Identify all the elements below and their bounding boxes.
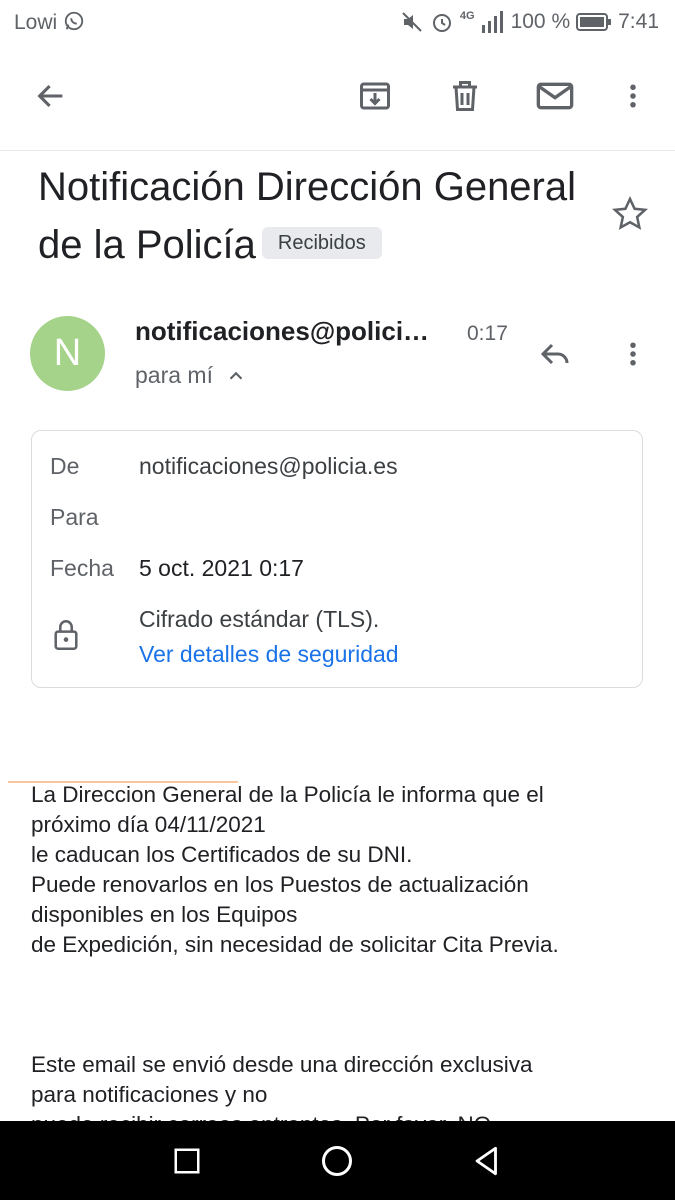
- system-nav-bar: [0, 1121, 675, 1200]
- alarm-icon: [432, 14, 451, 32]
- mail-icon: [536, 82, 574, 110]
- body-line: Puede renovarlos en los Puestos de actua…: [31, 872, 529, 897]
- battery-percent: 100 %: [510, 10, 571, 33]
- signal-icon: [481, 11, 503, 33]
- recents-button[interactable]: [163, 1137, 211, 1185]
- status-icons: 4G 100 % 7:41: [400, 10, 659, 34]
- whatsapp-icon: [64, 11, 84, 31]
- chevron-up-icon: [229, 371, 243, 380]
- date-label: Fecha: [50, 555, 114, 581]
- body-line: próximo día 04/11/2021: [31, 812, 266, 837]
- body-line: La Direccion General de la Policía le in…: [31, 782, 544, 807]
- more-vertical-icon: [630, 84, 636, 108]
- network-type: 4G: [459, 10, 475, 22]
- back-arrow-icon: [37, 84, 63, 108]
- from-label: De: [50, 453, 80, 479]
- mute-icon: [402, 12, 422, 32]
- star-button[interactable]: [606, 190, 654, 238]
- recipients-toggle[interactable]: para mí: [135, 362, 247, 389]
- lock-icon: [54, 620, 78, 650]
- back-button[interactable]: [27, 72, 75, 120]
- date-value: 5 oct. 2021 0:17: [139, 555, 304, 581]
- body-line: para notificaciones y no: [31, 1082, 268, 1107]
- to-label: Para: [50, 504, 99, 530]
- body-line: disponibles en los Equipos: [31, 902, 298, 927]
- mark-unread-button[interactable]: [531, 72, 579, 120]
- clock: 7:41: [618, 10, 659, 33]
- archive-icon: [360, 82, 390, 110]
- home-button[interactable]: [313, 1137, 361, 1185]
- archive-button[interactable]: [351, 72, 399, 120]
- circle-icon: [322, 1146, 352, 1176]
- more-options-button[interactable]: [609, 72, 657, 120]
- inbox-label-chip[interactable]: Recibidos: [261, 227, 382, 260]
- body-line: Este email se envió desde una dirección …: [31, 1052, 533, 1077]
- more-vertical-icon: [630, 342, 636, 366]
- message-details-card: De notificaciones@policia.es Para Fecha …: [31, 430, 643, 688]
- back-nav-button[interactable]: [463, 1137, 511, 1185]
- battery-icon: [576, 13, 612, 31]
- from-value[interactable]: notificaciones@policia.es: [139, 453, 398, 480]
- reply-button[interactable]: [531, 330, 579, 378]
- recipients-label: para mí: [135, 362, 213, 388]
- email-subject: Notificación Dirección General de la Pol…: [38, 158, 598, 274]
- email-time: 0:17: [467, 322, 508, 345]
- security-details-link[interactable]: Ver detalles de seguridad: [139, 641, 399, 668]
- encryption-info: Cifrado estándar (TLS).: [139, 606, 380, 632]
- sender-avatar[interactable]: N: [30, 316, 105, 391]
- delete-button[interactable]: [441, 72, 489, 120]
- app-bar: [0, 46, 675, 151]
- status-bar: Lowi 4G 100 % 7:41: [0, 0, 675, 46]
- body-line: de Expedición, sin necesidad de solicita…: [31, 932, 559, 957]
- carrier-label: Lowi: [14, 10, 85, 35]
- reply-icon: [540, 343, 569, 365]
- triangle-back-icon: [475, 1146, 497, 1176]
- message-more-button[interactable]: [609, 330, 657, 378]
- sender-name[interactable]: notificaciones@polici…: [135, 316, 429, 347]
- star-icon: [611, 195, 649, 230]
- email-body: La Direccion General de la Policía le in…: [31, 780, 651, 1140]
- trash-icon: [453, 81, 477, 111]
- square-icon: [174, 1148, 200, 1174]
- body-line: le caducan los Certificados de su DNI.: [31, 842, 413, 867]
